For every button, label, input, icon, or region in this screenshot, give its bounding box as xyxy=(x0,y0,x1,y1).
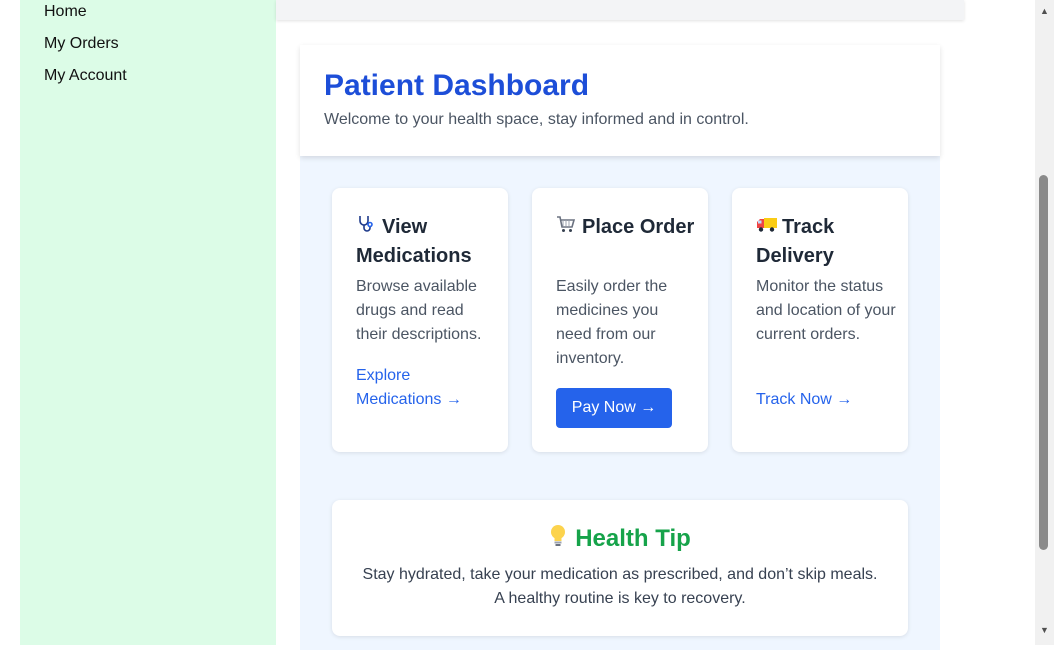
lightbulb-icon xyxy=(549,524,567,555)
health-tip-card: Health Tip Stay hydrated, take your medi… xyxy=(332,500,908,636)
health-tip-text: Stay hydrated, take your medication as p… xyxy=(332,563,908,611)
card-title: Place Order xyxy=(556,213,696,242)
health-tip-heading: Health Tip xyxy=(332,524,908,555)
sidebar: Home My Orders My Account xyxy=(20,0,276,645)
sidebar-item-home[interactable]: Home xyxy=(44,3,87,21)
card-title: View Medications xyxy=(356,213,496,270)
card-title-text: Place Order xyxy=(582,216,695,238)
explore-medications-link[interactable]: Explore Medications → xyxy=(356,364,496,412)
stethoscope-icon xyxy=(356,214,378,242)
delivery-truck-icon xyxy=(756,214,778,242)
card-description: Monitor the status and location of your … xyxy=(756,278,896,343)
pay-now-button[interactable]: Pay Now → xyxy=(556,388,672,428)
view-medications-card: View Medications Browse available drugs … xyxy=(332,188,508,452)
top-bar xyxy=(276,0,964,20)
place-order-card: Place Order Easily order the medicines y… xyxy=(532,188,708,452)
page-title: Patient Dashboard xyxy=(324,69,590,102)
dashboard-header: Patient Dashboard Welcome to your health… xyxy=(300,45,940,156)
health-tip-title: Health Tip xyxy=(575,525,691,552)
vertical-scrollbar[interactable]: ▲ ▼ xyxy=(1035,0,1054,645)
track-now-link[interactable]: Track Now → xyxy=(756,388,896,412)
track-delivery-card: Track Delivery Monitor the status and lo… xyxy=(732,188,908,452)
sidebar-item-my-orders[interactable]: My Orders xyxy=(44,35,119,53)
card-description: Browse available drugs and read their de… xyxy=(356,278,482,343)
health-tip-line: Stay hydrated, take your medication as p… xyxy=(362,566,878,583)
card-title: Track Delivery xyxy=(756,213,896,270)
health-tip-line: A healthy routine is key to recovery. xyxy=(494,590,746,607)
page-subtitle: Welcome to your health space, stay infor… xyxy=(324,111,749,128)
scrollbar-thumb[interactable] xyxy=(1039,175,1048,550)
card-description: Easily order the medicines you need from… xyxy=(556,278,668,367)
scroll-up-arrow-icon[interactable]: ▲ xyxy=(1035,1,1054,21)
shopping-cart-icon xyxy=(556,214,578,242)
scroll-down-arrow-icon[interactable]: ▼ xyxy=(1035,620,1054,640)
sidebar-item-my-account[interactable]: My Account xyxy=(44,67,127,85)
